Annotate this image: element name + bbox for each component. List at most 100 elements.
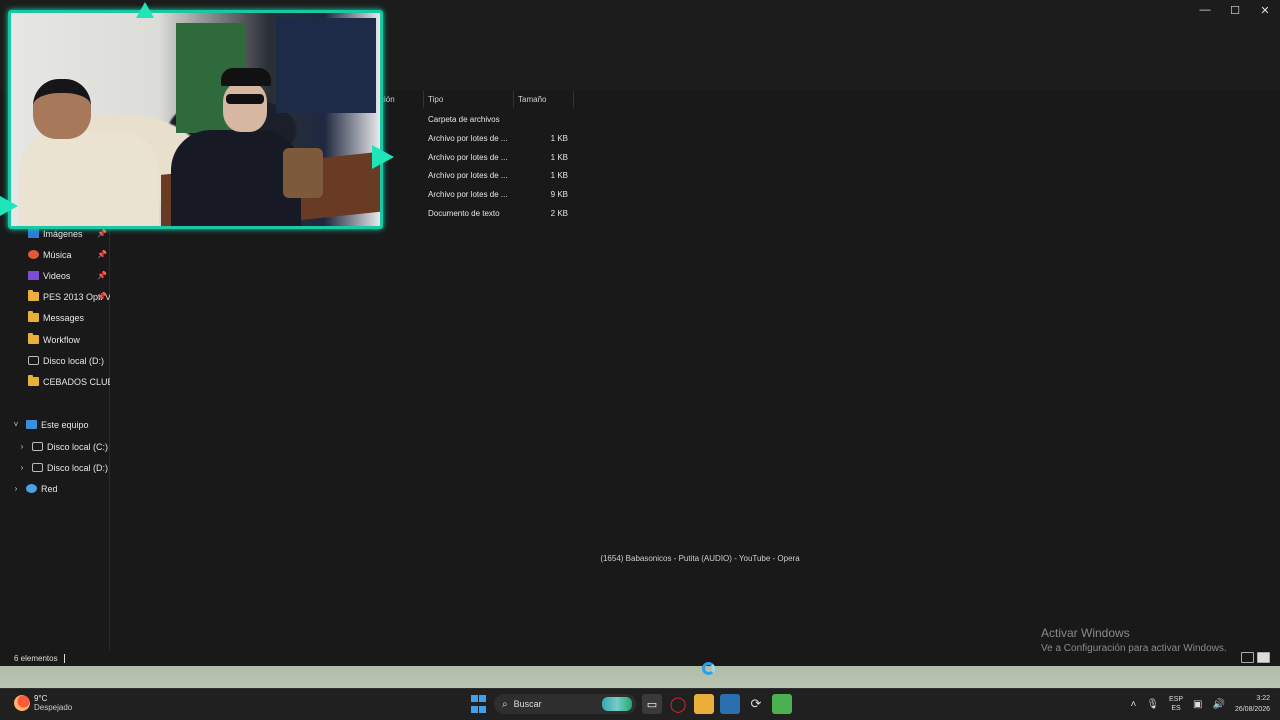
sidebar-item-este-equipo[interactable]: ˅ Este equipo bbox=[0, 414, 110, 435]
android-app-icon[interactable] bbox=[772, 694, 792, 714]
file-type: Archivo por lotes de ... bbox=[428, 190, 508, 199]
file-row[interactable]: Documento de texto 2 KB bbox=[424, 204, 574, 223]
pin-icon: 📌 bbox=[97, 229, 107, 238]
network-icon bbox=[26, 484, 37, 493]
column-header-type[interactable]: Tipo bbox=[424, 91, 514, 108]
file-size: 1 KB bbox=[550, 171, 568, 180]
file-size: 1 KB bbox=[550, 134, 568, 143]
sidebar-item-workflow[interactable]: Workflow bbox=[0, 329, 110, 350]
file-row[interactable]: Archivo por lotes de ... 9 KB bbox=[424, 185, 574, 204]
show-hidden-icons-icon[interactable]: ˄ bbox=[1130, 699, 1136, 710]
sidebar-item-label: Disco local (D:) bbox=[43, 355, 105, 366]
file-size: 9 KB bbox=[550, 190, 568, 199]
webcam-person-right bbox=[171, 68, 301, 226]
activate-title: Activar Windows bbox=[1041, 626, 1130, 640]
sidebar-item-musica[interactable]: Música 📌 bbox=[0, 244, 110, 265]
file-type: Documento de texto bbox=[428, 209, 500, 218]
status-bar: 6 elementos bbox=[14, 654, 65, 664]
weather-widget[interactable]: 9°C Despejado bbox=[14, 694, 72, 712]
tiles-view-button[interactable] bbox=[1257, 652, 1270, 663]
system-tray: ˄ 🎙 ESP ES ▣ 🔊 3:22 26/08/2026 bbox=[1130, 693, 1270, 715]
column-header-size[interactable]: Tamaño bbox=[514, 91, 574, 108]
sidebar-item-label: Imágenes bbox=[43, 228, 83, 239]
start-button[interactable] bbox=[468, 694, 488, 714]
sidebar-item-label: Messages bbox=[43, 312, 85, 323]
activate-subtitle: Ve a Configuración para activar Windows. bbox=[1041, 643, 1227, 654]
close-button[interactable]: ✕ bbox=[1250, 0, 1280, 20]
window-controls: — ☐ ✕ bbox=[1190, 0, 1280, 20]
clock[interactable]: 3:22 26/08/2026 bbox=[1235, 693, 1270, 715]
column-header-date[interactable]: ción bbox=[376, 91, 424, 108]
person-body bbox=[19, 131, 159, 226]
sidebar-item-red[interactable]: › Red bbox=[0, 478, 110, 499]
computer-icon bbox=[26, 420, 37, 429]
chevron-down-icon[interactable]: ˅ bbox=[10, 420, 22, 429]
sidebar-item-cebados-club[interactable]: CEBADOS CLUB bbox=[0, 371, 110, 392]
pin-icon: 📌 bbox=[97, 250, 107, 259]
sidebar-item-pes2013[interactable]: PES 2013 Opti V2 📌 bbox=[0, 286, 110, 307]
file-row[interactable]: Archivo por lotes de ... 1 KB bbox=[424, 166, 574, 185]
decorative-triangle-icon bbox=[372, 145, 394, 169]
videos-icon bbox=[28, 271, 39, 280]
file-explorer-icon[interactable] bbox=[694, 694, 714, 714]
app-notification-icon[interactable]: ⟳ bbox=[746, 694, 766, 714]
language-indicator[interactable]: ESP ES bbox=[1169, 695, 1183, 713]
sidebar-item-disco-c[interactable]: › Disco local (C:) bbox=[0, 436, 110, 457]
folder-icon bbox=[28, 290, 39, 301]
loading-spinner-icon bbox=[702, 662, 715, 675]
file-type: Archivo por lotes de ... bbox=[428, 171, 508, 180]
weather-temperature: 9°C bbox=[34, 694, 48, 703]
sidebar-item-videos[interactable]: Videos 📌 bbox=[0, 265, 110, 286]
search-box[interactable]: ⌕ Buscar bbox=[494, 694, 636, 714]
view-toggle bbox=[1241, 652, 1270, 663]
window-title-tooltip: (1654) Babasonicos - Putita (AUDIO) - Yo… bbox=[600, 554, 800, 563]
details-view-button[interactable] bbox=[1241, 652, 1254, 663]
webcam-overlay bbox=[8, 10, 383, 229]
sidebar-item-label: Red bbox=[41, 483, 58, 494]
file-size: 1 KB bbox=[550, 153, 568, 162]
folder-icon bbox=[28, 333, 39, 344]
person-body bbox=[171, 130, 301, 226]
sidebar-item-disco-d[interactable]: Disco local (D:) bbox=[0, 350, 110, 371]
sidebar-item-label: Disco local (D:) bbox=[47, 462, 109, 473]
volume-icon[interactable]: 🔊 bbox=[1213, 699, 1225, 710]
column-header-type-label: Tipo bbox=[428, 95, 444, 104]
chevron-right-icon[interactable]: › bbox=[16, 442, 28, 451]
sidebar-item-disco-d-pc[interactable]: › Disco local (D:) bbox=[0, 457, 110, 478]
task-view-icon[interactable]: ▭ bbox=[642, 694, 662, 714]
chevron-right-icon[interactable]: › bbox=[10, 484, 22, 493]
language-code: ESP bbox=[1169, 696, 1184, 703]
folder-icon bbox=[28, 311, 39, 322]
taskbar-apps: ⌕ Buscar ▭ ◯ ⟳ bbox=[468, 694, 792, 714]
file-row[interactable]: Carpeta de archivos bbox=[424, 110, 574, 129]
drive-icon bbox=[28, 356, 39, 365]
search-placeholder: Buscar bbox=[513, 699, 542, 709]
file-type: Carpeta de archivos bbox=[428, 115, 500, 124]
search-icon: ⌕ bbox=[502, 698, 508, 710]
pin-icon: 📌 bbox=[97, 271, 107, 280]
file-row[interactable]: Archivo por lotes de ... 1 KB bbox=[424, 148, 574, 167]
keyboard-layout: ES bbox=[1171, 705, 1181, 712]
photos-icon[interactable] bbox=[720, 694, 740, 714]
chevron-right-icon[interactable]: › bbox=[16, 463, 28, 472]
sidebar-item-label: Videos bbox=[43, 270, 71, 281]
person-head bbox=[223, 82, 267, 132]
file-row[interactable]: Archivo por lotes de ... 1 KB bbox=[424, 129, 574, 148]
file-size: 2 KB bbox=[550, 209, 568, 218]
drive-icon bbox=[32, 442, 43, 451]
minimize-button[interactable]: — bbox=[1190, 0, 1220, 20]
sidebar-item-messages[interactable]: Messages bbox=[0, 307, 110, 328]
clock-time: 3:22 bbox=[1256, 695, 1270, 702]
network-status-icon[interactable]: ▣ bbox=[1193, 699, 1202, 710]
status-divider bbox=[63, 654, 65, 664]
column-header-size-label: Tamaño bbox=[518, 95, 547, 104]
sidebar-item-label: Workflow bbox=[43, 334, 80, 345]
microphone-icon[interactable]: 🎙 bbox=[1146, 699, 1159, 710]
pin-icon: 📌 bbox=[97, 292, 107, 301]
file-type: Archivo por lotes de ... bbox=[428, 153, 508, 162]
maximize-button[interactable]: ☐ bbox=[1220, 0, 1250, 20]
opera-icon[interactable]: ◯ bbox=[668, 694, 688, 714]
decorative-triangle-icon bbox=[136, 2, 154, 18]
file-type: Archivo por lotes de ... bbox=[428, 134, 508, 143]
item-count: 6 elementos bbox=[14, 654, 58, 663]
